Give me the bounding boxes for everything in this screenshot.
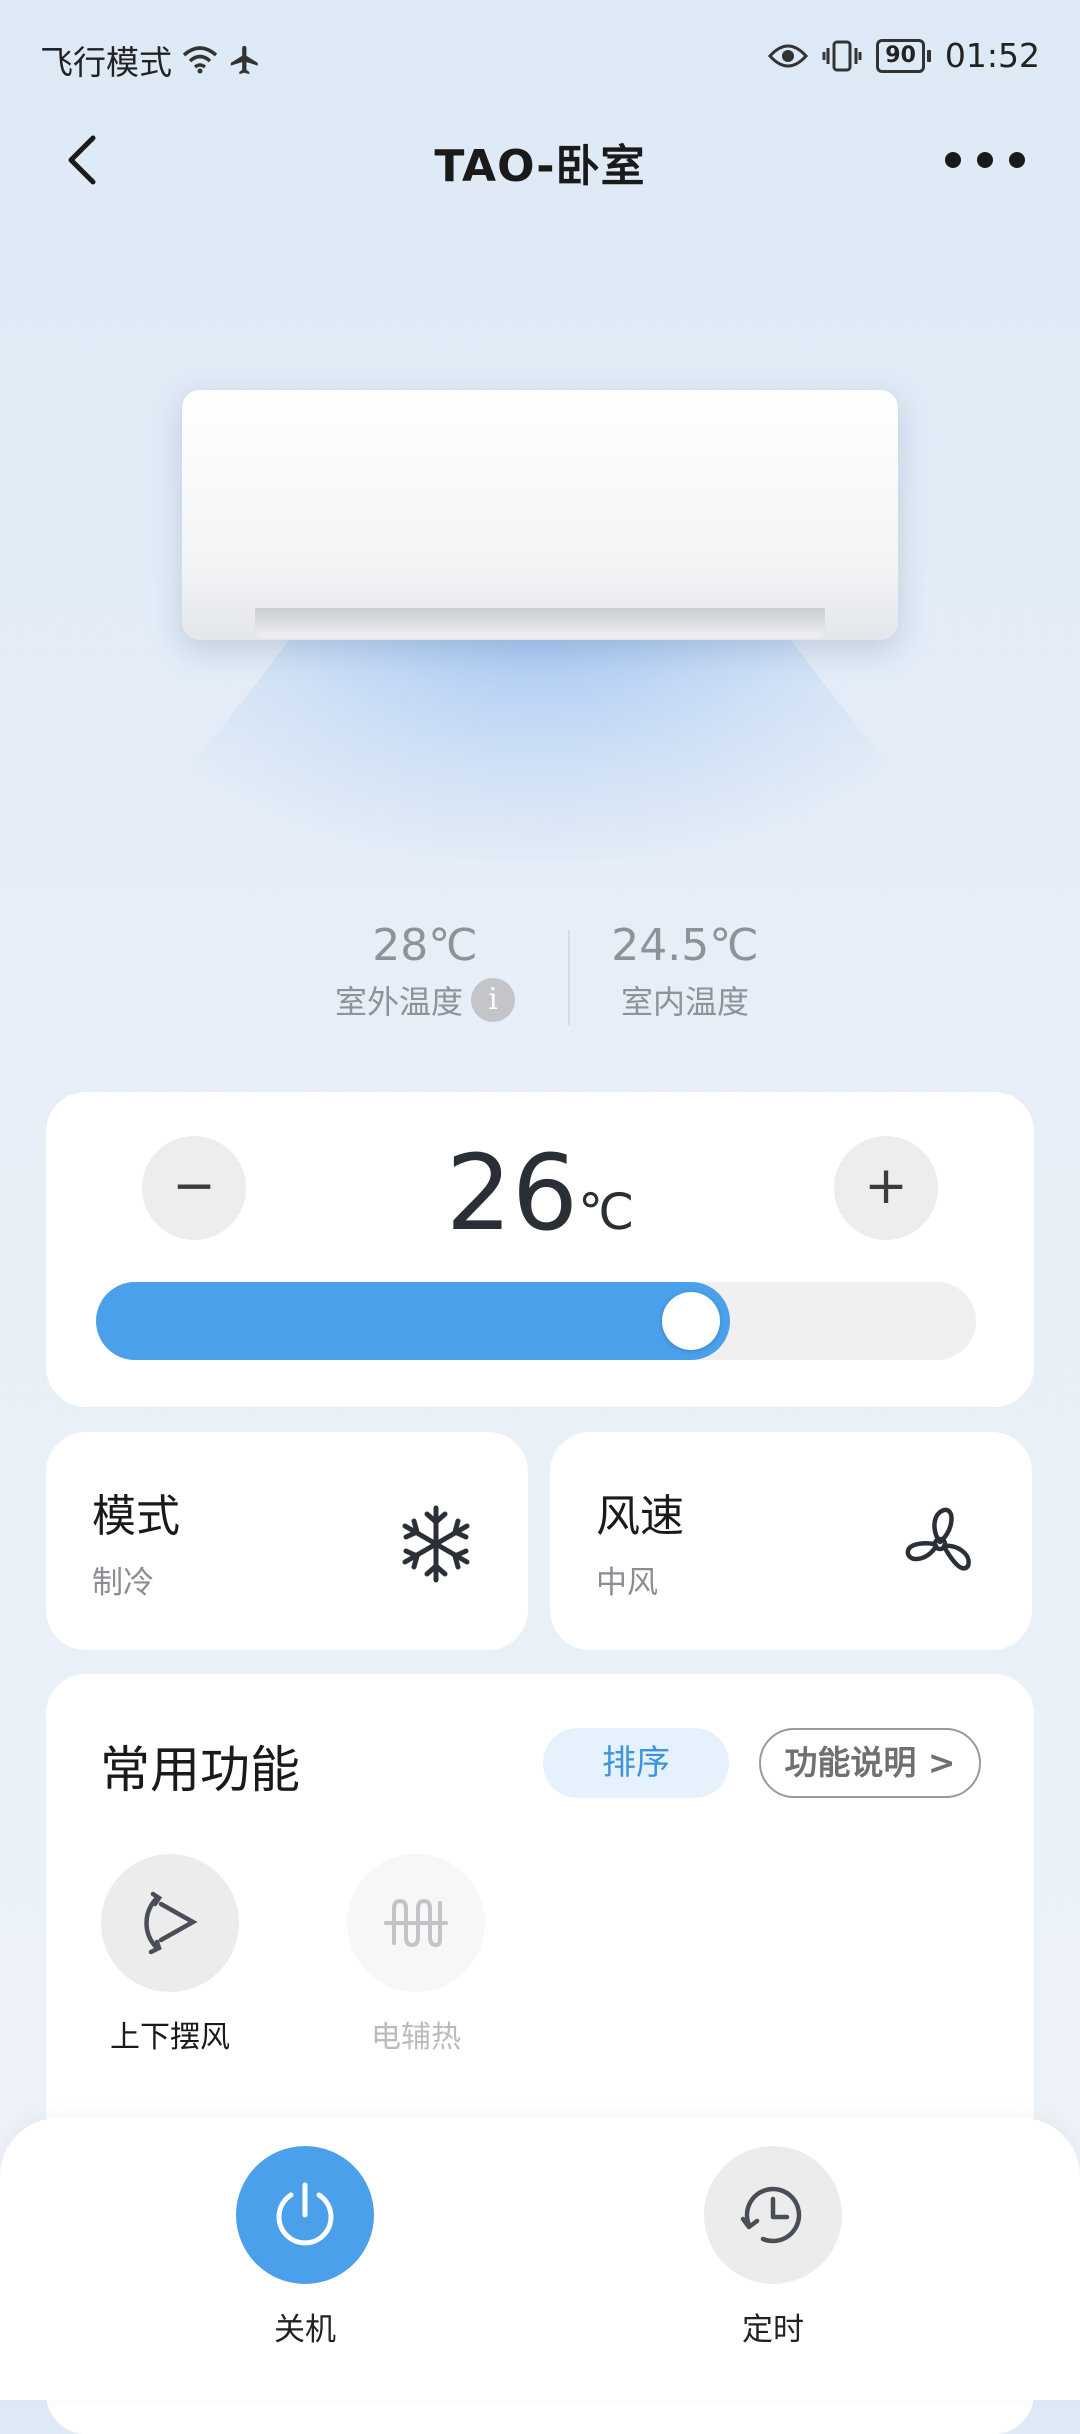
mode-value: 制冷 [92, 1565, 154, 1601]
outdoor-temp-label: 室外温度 [334, 983, 463, 1021]
battery-level: 90 [876, 38, 925, 73]
set-temp-value: 26 [445, 1132, 579, 1254]
feature-aux-heat[interactable]: 电辅热 [336, 1854, 496, 2056]
swing-icon [101, 1854, 239, 1992]
power-button[interactable]: 关机 [205, 2146, 405, 2349]
wind-title: 风速 [596, 1491, 684, 1542]
slider-fill [96, 1282, 730, 1360]
function-explain-button[interactable]: 功能说明 > [759, 1728, 981, 1798]
sort-button[interactable]: 排序 [543, 1728, 729, 1798]
clock: 01:52 [944, 36, 1040, 75]
slider-thumb[interactable] [662, 1292, 720, 1350]
wind-speed-card[interactable]: 风速 中风 [550, 1432, 1032, 1650]
wind-value: 中风 [596, 1565, 658, 1601]
power-label: 关机 [274, 2312, 336, 2348]
power-icon [236, 2146, 374, 2284]
mode-title: 模式 [92, 1491, 180, 1542]
vibrate-icon [822, 40, 862, 71]
set-temp-unit: ℃ [578, 1183, 635, 1241]
mode-card[interactable]: 模式 制冷 [46, 1432, 528, 1650]
feature-swing[interactable]: 上下摆风 [90, 1854, 250, 2056]
increase-temp-button[interactable]: + [834, 1136, 938, 1240]
status-bar: 飞行模式 90 01:52 [0, 0, 1080, 120]
battery-icon: 90 [876, 38, 931, 73]
indoor-temp-label: 室内温度 [620, 983, 749, 1021]
temperature-readouts: 28℃ 室外温度 i 24.5℃ 室内温度 [0, 920, 1080, 1040]
feature-aux-heat-label: 电辅热 [371, 2020, 461, 2055]
heater-icon [347, 1854, 485, 1992]
page-title: TAO-卧室 [434, 141, 646, 192]
info-icon[interactable]: i [471, 978, 515, 1022]
airflow-illustration [120, 620, 960, 860]
fan-icon [905, 1507, 971, 1571]
temperature-slider[interactable] [96, 1282, 976, 1360]
airplane-mode-text: 飞行模式 [40, 43, 172, 82]
functions-title: 常用功能 [100, 1741, 300, 1799]
indoor-temp-value: 24.5℃ [611, 920, 759, 971]
eye-icon [768, 44, 809, 67]
ac-unit-illustration [180, 390, 900, 650]
outdoor-temp-value: 28℃ [372, 920, 478, 971]
header: TAO-卧室 [0, 120, 1080, 200]
outdoor-temp: 28℃ 室外温度 i [320, 920, 530, 1023]
timer-button[interactable]: 定时 [673, 2146, 873, 2349]
timer-label: 定时 [742, 2312, 804, 2348]
bottom-action-bar: 关机 定时 [0, 2118, 1080, 2400]
more-icon[interactable] [945, 140, 1025, 180]
indoor-temp: 24.5℃ 室内温度 [600, 920, 770, 1023]
airplane-icon [230, 45, 258, 75]
timer-icon [704, 2146, 842, 2284]
wifi-icon [182, 46, 218, 74]
feature-swing-label: 上下摆风 [110, 2020, 230, 2055]
divider [568, 930, 570, 1025]
set-temperature-card: − 26℃ + [46, 1092, 1034, 1407]
snowflake-icon [402, 1505, 470, 1583]
